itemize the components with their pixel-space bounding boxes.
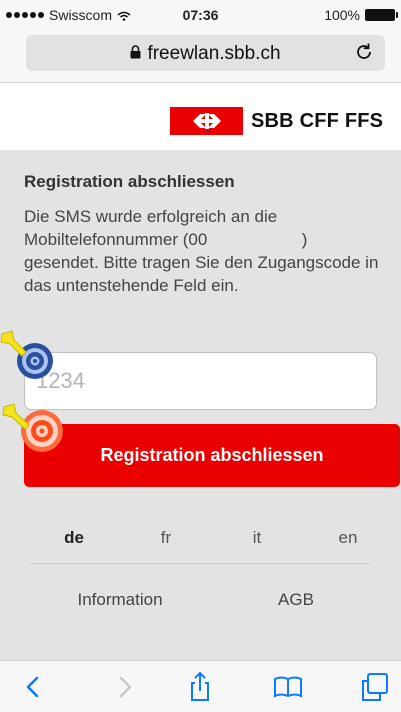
url-text: freewlan.sbb.ch	[147, 43, 281, 64]
browser-toolbar	[0, 660, 401, 712]
logo-text: SBB CFF FFS	[251, 109, 384, 132]
forward-icon[interactable]	[108, 671, 140, 703]
language-de[interactable]: de	[64, 528, 84, 548]
back-icon[interactable]	[18, 671, 50, 703]
submit-registration-button[interactable]: Registration abschliessen	[24, 424, 400, 487]
page-title: Registration abschliessen	[24, 172, 235, 191]
status-bar: Swisscom 07:36 100%	[0, 0, 401, 30]
battery-icon	[365, 9, 398, 21]
reload-icon[interactable]	[353, 41, 375, 63]
language-en[interactable]: en	[339, 528, 358, 548]
footer-links: Information AGB	[0, 590, 401, 614]
site-header: SBB CFF FFS	[0, 83, 401, 150]
battery-percent: 100%	[324, 7, 360, 23]
battery-info: 100%	[324, 7, 398, 23]
footer-divider	[30, 563, 370, 564]
target-marker-icon	[0, 330, 53, 379]
tabs-icon[interactable]	[358, 671, 390, 703]
language-fr[interactable]: fr	[161, 528, 171, 548]
agb-link[interactable]: AGB	[278, 590, 314, 610]
lock-icon	[130, 45, 141, 59]
browser-chrome: Swisscom 07:36 100% freewlan.sbb.ch	[0, 0, 401, 83]
bookmarks-icon[interactable]	[272, 671, 304, 703]
information-link[interactable]: Information	[77, 590, 162, 610]
access-code-input[interactable]	[24, 352, 377, 410]
instruction-text: Die SMS wurde erfolgreich an die Mobilte…	[24, 207, 384, 295]
address-content: freewlan.sbb.ch	[26, 43, 385, 65]
share-icon[interactable]	[184, 671, 216, 703]
sbb-logo-icon	[170, 107, 243, 135]
language-it[interactable]: it	[253, 528, 262, 548]
language-switcher: de fr it en	[0, 528, 401, 554]
click-marker-icon	[2, 403, 63, 452]
sbb-logo[interactable]: SBB CFF FFS	[170, 107, 383, 135]
address-bar[interactable]: freewlan.sbb.ch	[26, 35, 385, 71]
